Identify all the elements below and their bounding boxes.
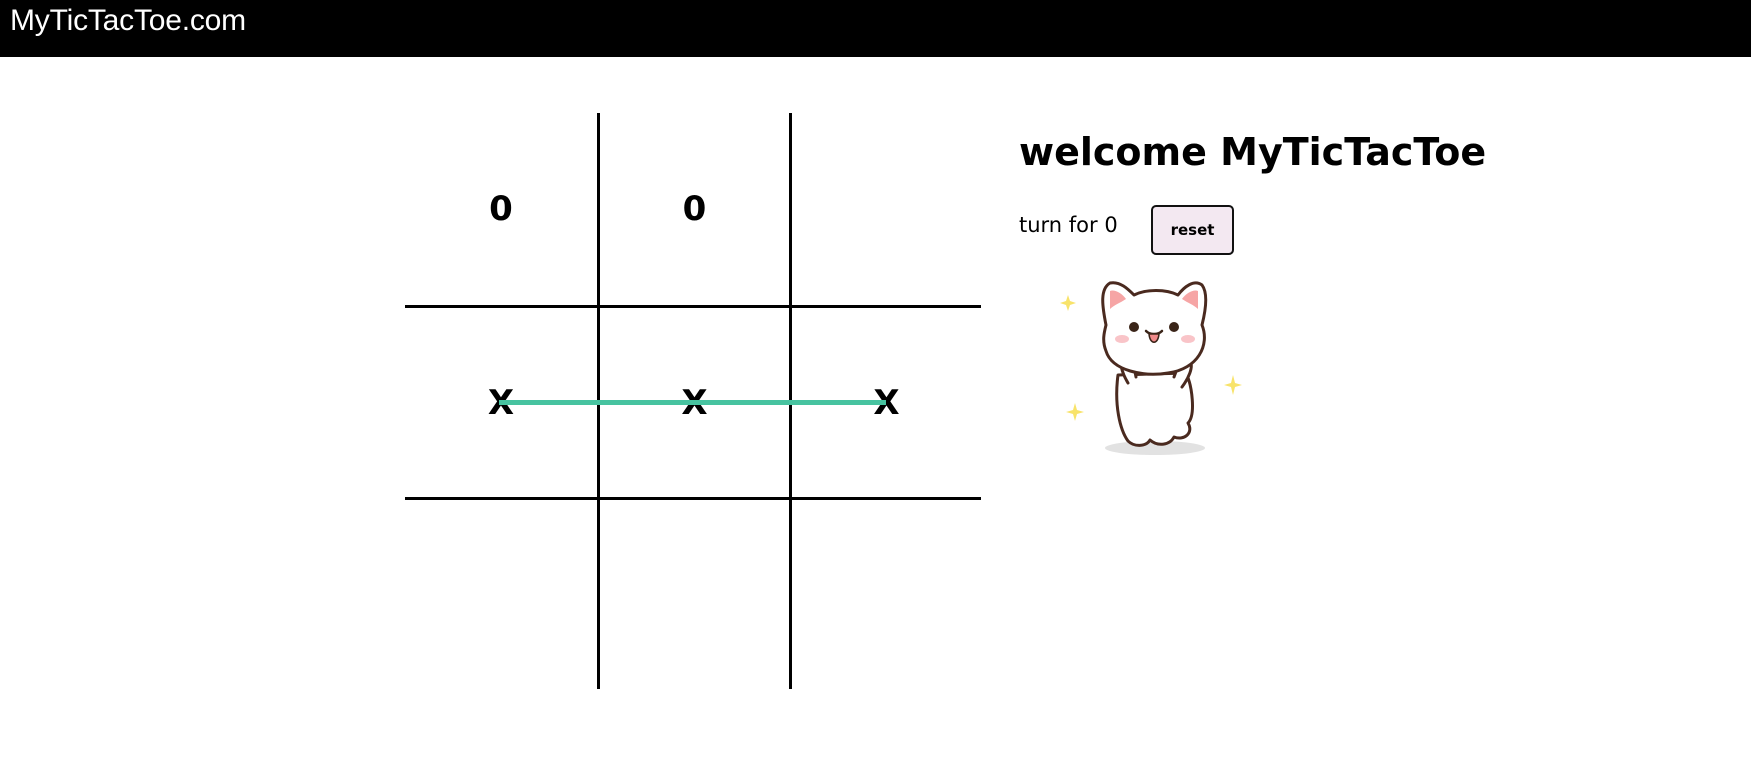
- site-brand[interactable]: MyTicTacToe.com: [10, 6, 246, 36]
- tic-tac-toe-board: 0 0 X X X: [405, 113, 981, 689]
- board-cell-5[interactable]: X: [789, 305, 981, 497]
- board-cell-6[interactable]: [405, 497, 597, 689]
- turn-indicator: turn for 0: [1019, 213, 1118, 237]
- board-cell-8[interactable]: [789, 497, 981, 689]
- board-cell-1[interactable]: 0: [597, 113, 789, 305]
- board-cell-2[interactable]: [789, 113, 981, 305]
- board-cell-4[interactable]: X: [597, 305, 789, 497]
- turn-row: turn for 0 reset: [1019, 205, 1259, 257]
- board-cell-3[interactable]: X: [405, 305, 597, 497]
- reset-button[interactable]: reset: [1151, 205, 1234, 255]
- board-cell-0[interactable]: 0: [405, 113, 597, 305]
- cat-illustration: [1060, 281, 1242, 455]
- page-title: welcome MyTicTacToe: [1019, 130, 1487, 174]
- board-cell-7[interactable]: [597, 497, 789, 689]
- happy-cat-sticker-icon: [1050, 265, 1250, 465]
- game-info-panel: welcome MyTicTacToe turn for 0 reset: [1019, 125, 1487, 255]
- top-bar: MyTicTacToe.com: [0, 0, 1751, 57]
